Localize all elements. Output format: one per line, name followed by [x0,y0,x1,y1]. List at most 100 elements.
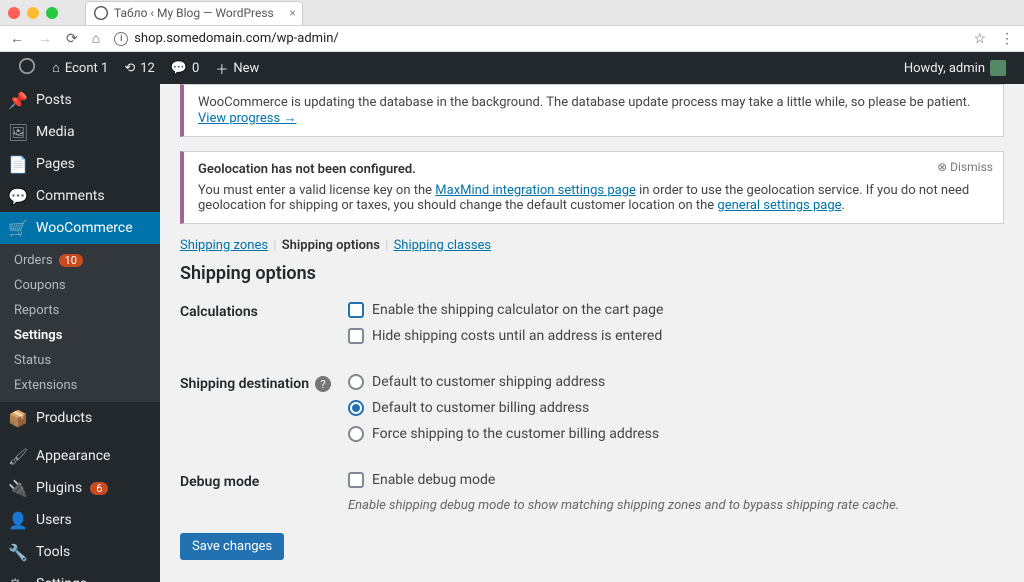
view-progress-link[interactable]: View progress → [198,111,296,126]
wordpress-icon [94,6,108,20]
plugin-icon: 🔌 [8,478,28,498]
label-calculations: Calculations [180,302,348,320]
wordpress-icon [18,57,36,79]
submenu-extensions[interactable]: Extensions [0,373,160,398]
general-settings-link[interactable]: general settings page [717,198,841,213]
radio-force-billing[interactable] [348,426,364,442]
maxmind-link[interactable]: MaxMind integration settings page [435,183,636,198]
comments-menu[interactable]: 💬0 [163,52,208,84]
wp-logo-menu[interactable] [10,52,44,84]
menu-products[interactable]: 📦Products [0,402,160,434]
submenu-coupons[interactable]: Coupons [0,273,160,298]
bookmark-icon[interactable]: ☆ [973,31,986,47]
updates-menu[interactable]: ⟲12 [116,52,163,84]
admin-sidebar: 📌Posts 🖼Media 📄Pages 💬 Comments 🛒WooComme… [0,84,160,582]
reload-icon[interactable]: ⟳ [66,31,78,47]
new-content-menu[interactable]: ＋ New [207,52,267,84]
comments-count: 0 [192,61,199,76]
menu-label: Pages [36,156,75,172]
submenu-label: Orders [14,253,53,268]
subtab-shipping-classes[interactable]: Shipping classes [394,238,492,253]
close-icon: ⊗ [937,160,947,174]
option-label: Enable debug mode [372,472,495,488]
maximize-window-button[interactable] [46,7,58,19]
account-menu[interactable]: Howdy, admin [896,52,1014,84]
row-shipping-destination: Shipping destination? Default to custome… [180,374,1004,452]
page-heading: Shipping options [180,263,1004,284]
howdy-text: Howdy, admin [904,61,985,76]
menu-label: Appearance [36,448,110,464]
menu-label: Plugins [36,480,82,496]
menu-label: WooCommerce [36,220,133,236]
submenu-orders[interactable]: Orders10 [0,248,160,273]
menu-label: Posts [36,92,72,108]
menu-label: Tools [36,544,70,560]
site-name-label: Econt 1 [65,61,108,76]
dismiss-button[interactable]: ⊗Dismiss [937,160,993,174]
notice-geolocation: ⊗Dismiss Geolocation has not been config… [180,151,1004,224]
radio-default-billing[interactable] [348,400,364,416]
users-icon: 👤 [8,510,28,530]
option-label: Force shipping to the customer billing a… [372,426,659,442]
submenu-label: Status [14,353,51,368]
submenu-woocommerce: Orders10 Coupons Reports Settings Status… [0,244,160,402]
checkbox-enable-debug[interactable] [348,472,364,488]
browser-tab[interactable]: Табло ‹ My Blog — WordPress × [85,1,303,25]
subtab-shipping-zones[interactable]: Shipping zones [180,238,268,253]
menu-users[interactable]: 👤 Users [0,504,160,536]
menu-label: Media [36,124,75,140]
option-label: Default to customer billing address [372,400,589,416]
comment-icon: 💬 [8,186,28,206]
menu-icon[interactable]: ⋮ [1000,31,1014,47]
menu-posts[interactable]: 📌Posts [0,84,160,116]
menu-label: Products [36,410,92,426]
home-icon[interactable]: ⌂ [92,30,100,47]
menu-settings[interactable]: ⚙ Settings [0,568,160,582]
submenu-label: Settings [14,328,62,343]
save-changes-button[interactable]: Save changes [180,533,284,560]
menu-woocommerce[interactable]: 🛒WooCommerce [0,212,160,244]
new-label: New [233,61,259,76]
comment-icon: 💬 [171,61,187,76]
settings-icon: ⚙ [8,574,28,582]
submenu-settings[interactable]: Settings [0,323,160,348]
checkbox-hide-costs[interactable] [348,328,364,344]
plus-icon: ＋ [215,59,228,78]
option-label: Default to customer shipping address [372,374,605,390]
menu-tools[interactable]: 🔧Tools [0,536,160,568]
close-window-button[interactable] [8,7,20,19]
minimize-window-button[interactable] [27,7,39,19]
menu-plugins[interactable]: 🔌 Plugins 6 [0,472,160,504]
main-content: WooCommerce is updating the database in … [160,84,1024,582]
label-shipping-destination: Shipping destination [180,376,309,392]
menu-label: Users [36,512,72,528]
radio-default-shipping[interactable] [348,374,364,390]
submenu-reports[interactable]: Reports [0,298,160,323]
menu-media[interactable]: 🖼Media [0,116,160,148]
tab-title: Табло ‹ My Blog — WordPress [114,6,274,20]
submenu-label: Reports [14,303,59,318]
menu-comments[interactable]: 💬 Comments [0,180,160,212]
notice-db-update: WooCommerce is updating the database in … [180,84,1004,137]
url-bar[interactable]: i shop.somedomain.com/wp-admin/ [114,31,959,46]
menu-appearance[interactable]: 🖌 Appearance [0,440,160,472]
appearance-icon: 🖌 [8,446,28,466]
back-icon[interactable]: ← [10,30,24,47]
help-icon[interactable]: ? [315,376,331,392]
plugins-badge: 6 [90,482,108,495]
label-debug-mode: Debug mode [180,472,348,490]
menu-label: Settings [36,576,87,582]
row-calculations: Calculations Enable the shipping calcula… [180,302,1004,354]
updates-count: 12 [140,61,155,76]
shipping-subtabs: Shipping zones | Shipping options | Ship… [180,238,1004,253]
close-tab-icon[interactable]: × [289,6,295,20]
subtab-shipping-options[interactable]: Shipping options [282,238,380,253]
forward-icon[interactable]: → [38,30,52,47]
site-name-menu[interactable]: ⌂Econt 1 [44,52,116,84]
site-info-icon[interactable]: i [114,32,128,46]
menu-pages[interactable]: 📄Pages [0,148,160,180]
checkbox-enable-calculator[interactable] [348,302,364,318]
submenu-status[interactable]: Status [0,348,160,373]
url-text: shop.somedomain.com/wp-admin/ [134,31,339,46]
menu-label: Comments [36,188,105,204]
